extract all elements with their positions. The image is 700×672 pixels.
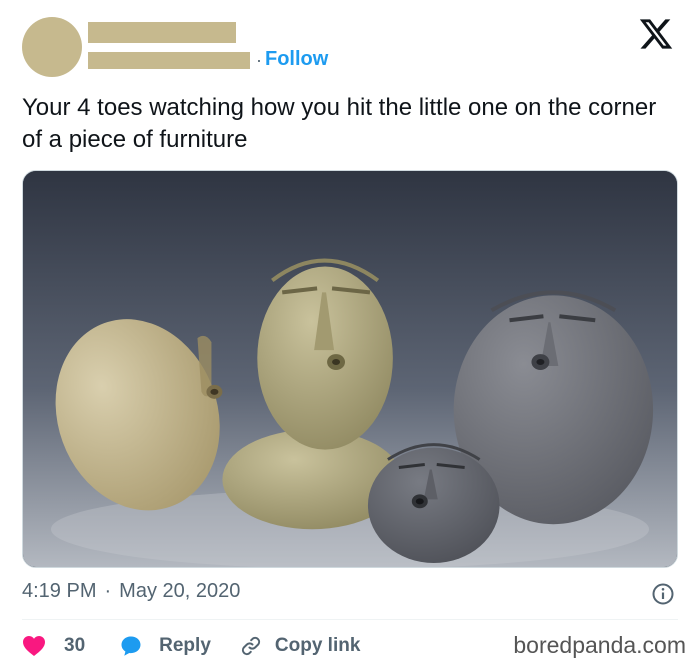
avatar[interactable] [22,17,82,77]
heart-icon [23,636,45,656]
action-bar: 30 Reply Copy link [22,631,360,661]
tweet-text: Your 4 toes watching how you hit the lit… [22,94,657,153]
copy-link-button[interactable]: Copy link [239,634,361,658]
follow-button[interactable]: Follow [265,48,328,71]
tweet-timestamp[interactable]: 4:19 PM · May 20, 2020 [22,580,240,603]
reply-label: Reply [159,635,211,656]
reply-button[interactable]: Reply [119,634,211,658]
tweet-time: 4:19 PM [22,580,97,602]
redacted-handle [88,52,250,69]
watermark: boredpanda.com [513,632,686,658]
copy-link-label: Copy link [274,635,361,656]
link-icon [241,636,260,656]
speech-bubble-icon [121,636,141,656]
header-separator: · [256,50,262,70]
timestamp-separator: · [104,580,112,602]
x-logo-icon[interactable] [636,16,676,52]
divider [22,619,678,620]
redacted-display-name [88,22,236,43]
tweet-date: May 20, 2020 [119,580,241,602]
info-icon[interactable] [651,582,675,606]
like-count: 30 [64,635,86,656]
tweet-photo[interactable] [22,170,678,568]
like-button[interactable]: 30 [22,635,85,657]
